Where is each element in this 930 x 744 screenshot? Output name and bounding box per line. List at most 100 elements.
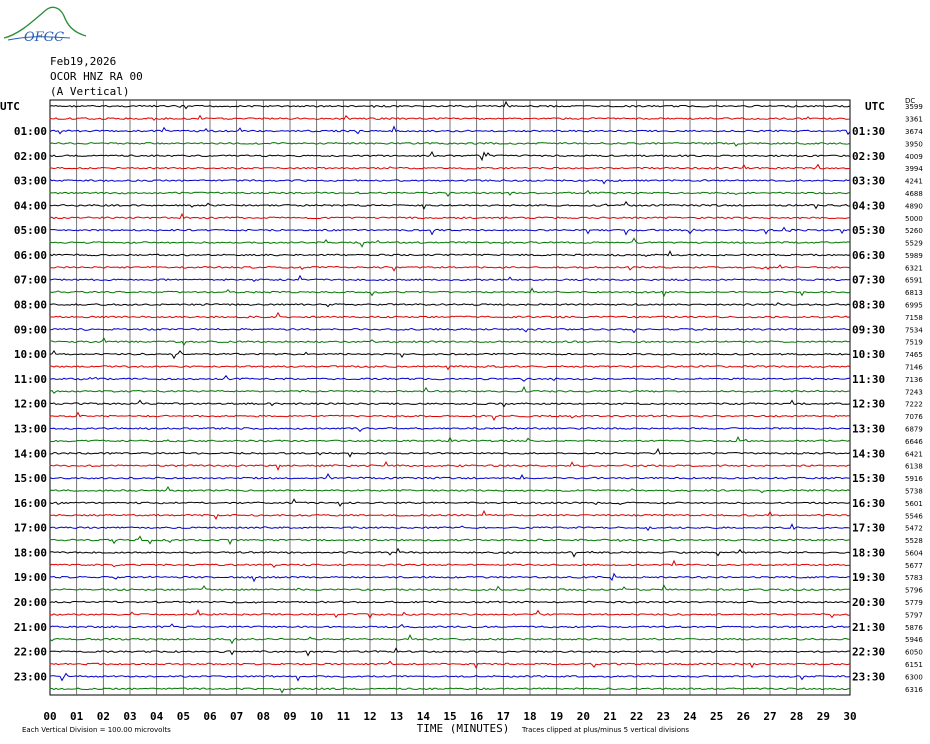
right-half-hour-label: 17:30 [852, 522, 885, 535]
trace-count-label: 6879 [905, 426, 923, 434]
trace-count-label: 7534 [905, 326, 923, 334]
left-hour-label: 02:00 [14, 150, 47, 163]
trace-count-label: 5529 [905, 240, 923, 248]
x-tick-label: 30 [843, 710, 856, 723]
right-corner-label: DC [905, 97, 915, 105]
x-tick-label: 22 [630, 710, 643, 723]
trace-count-label: 7243 [905, 388, 923, 396]
trace-count-label: 3950 [905, 140, 923, 148]
helicorder-plot: 3599336136743950400939944241468848905000… [0, 97, 923, 735]
right-half-hour-label: 05:30 [852, 224, 885, 237]
left-hour-label: 16:00 [14, 497, 47, 510]
trace-count-label: 5916 [905, 475, 923, 483]
trace-count-label: 5260 [905, 227, 923, 235]
right-half-hour-label: 12:30 [852, 398, 885, 411]
right-half-hour-label: 09:30 [852, 323, 885, 336]
left-hour-label: 12:00 [14, 398, 47, 411]
trace-count-label: 5796 [905, 587, 923, 595]
left-hour-label: 11:00 [14, 373, 47, 386]
trace-count-label: 5779 [905, 599, 923, 607]
trace-count-label: 7146 [905, 364, 923, 372]
x-tick-label: 07 [230, 710, 243, 723]
x-tick-label: 11 [337, 710, 351, 723]
left-hour-label: 20:00 [14, 596, 47, 609]
trace-count-label: 5783 [905, 574, 923, 582]
x-tick-label: 13 [390, 710, 403, 723]
x-tick-label: 19 [550, 710, 563, 723]
left-hour-label: 23:00 [14, 670, 47, 683]
right-half-hour-label: 21:30 [852, 621, 885, 634]
right-half-hour-label: 19:30 [852, 571, 885, 584]
trace-count-label: 6050 [905, 649, 923, 657]
right-half-hour-label: 07:30 [852, 274, 885, 287]
right-half-hour-label: 10:30 [852, 348, 885, 361]
trace-count-label: 6151 [905, 661, 923, 669]
x-tick-label: 00 [43, 710, 56, 723]
x-tick-label: 12 [363, 710, 376, 723]
trace-count-label: 5000 [905, 215, 923, 223]
trace-count-label: 5472 [905, 525, 923, 533]
x-tick-label: 06 [203, 710, 217, 723]
right-half-hour-label: 08:30 [852, 299, 885, 312]
x-tick-label: 28 [790, 710, 803, 723]
trace-count-label: 7136 [905, 376, 923, 384]
left-hour-label: 04:00 [14, 199, 47, 212]
trace-count-label: 6138 [905, 463, 923, 471]
left-hour-label: 22:00 [14, 646, 47, 659]
trace-count-label: 5738 [905, 488, 923, 496]
right-half-hour-label: 02:30 [852, 150, 885, 163]
right-half-hour-label: 20:30 [852, 596, 885, 609]
x-tick-label: 10 [310, 710, 323, 723]
left-hour-label: 14:00 [14, 447, 47, 460]
trace-count-label: 5677 [905, 562, 923, 570]
trace-count-label: 6995 [905, 302, 923, 310]
right-half-hour-label: 06:30 [852, 249, 885, 262]
x-tick-label: 21 [603, 710, 617, 723]
clip-note: Traces clipped at plus/minus 5 vertical … [521, 726, 689, 734]
x-tick-label: 04 [150, 710, 164, 723]
x-tick-label: 03 [123, 710, 136, 723]
trace-count-label: 5946 [905, 636, 923, 644]
left-hour-label: 15:00 [14, 472, 47, 485]
trace-count-label: 6813 [905, 289, 923, 297]
right-half-hour-label: 11:30 [852, 373, 885, 386]
x-tick-label: 09 [283, 710, 296, 723]
right-half-hour-label: 16:30 [852, 497, 885, 510]
trace-count-label: 4009 [905, 153, 923, 161]
trace-count-label: 7222 [905, 401, 923, 409]
scale-note: Each Vertical Division = 100.00 microvol… [22, 726, 171, 734]
trace-count-label: 7465 [905, 351, 923, 359]
right-half-hour-label: 22:30 [852, 646, 885, 659]
left-hour-label: 17:00 [14, 522, 47, 535]
trace-count-label: 6591 [905, 277, 923, 285]
right-half-hour-label: 18:30 [852, 546, 885, 559]
trace-count-label: 4688 [905, 190, 923, 198]
x-tick-label: 20 [577, 710, 590, 723]
right-half-hour-label: 03:30 [852, 175, 885, 188]
left-hour-label: 07:00 [14, 274, 47, 287]
trace-count-label: 5876 [905, 624, 923, 632]
x-tick-label: 18 [523, 710, 536, 723]
left-hour-label: 21:00 [14, 621, 47, 634]
left-hour-label: 09:00 [14, 323, 47, 336]
trace-count-label: 6316 [905, 686, 923, 694]
left-hour-label: 19:00 [14, 571, 47, 584]
right-half-hour-label: 01:30 [852, 125, 885, 138]
left-hour-label: 13:00 [14, 423, 47, 436]
trace-count-label: 7519 [905, 339, 923, 347]
x-tick-label: 01 [70, 710, 84, 723]
trace-count-label: 5604 [905, 549, 923, 557]
trace-count-label: 7076 [905, 413, 923, 421]
trace-count-label: 6646 [905, 438, 923, 446]
trace-count-label: 3674 [905, 128, 923, 136]
trace-count-label: 7158 [905, 314, 923, 322]
left-hour-label: 01:00 [14, 125, 47, 138]
left-hour-label: 18:00 [14, 546, 47, 559]
left-hour-label: 05:00 [14, 224, 47, 237]
trace-count-label: 4241 [905, 178, 923, 186]
right-axis-title: UTC [865, 100, 885, 113]
x-tick-label: 05 [177, 710, 190, 723]
trace-count-label: 4890 [905, 202, 923, 210]
trace-count-label: 5546 [905, 512, 923, 520]
left-hour-label: 06:00 [14, 249, 47, 262]
